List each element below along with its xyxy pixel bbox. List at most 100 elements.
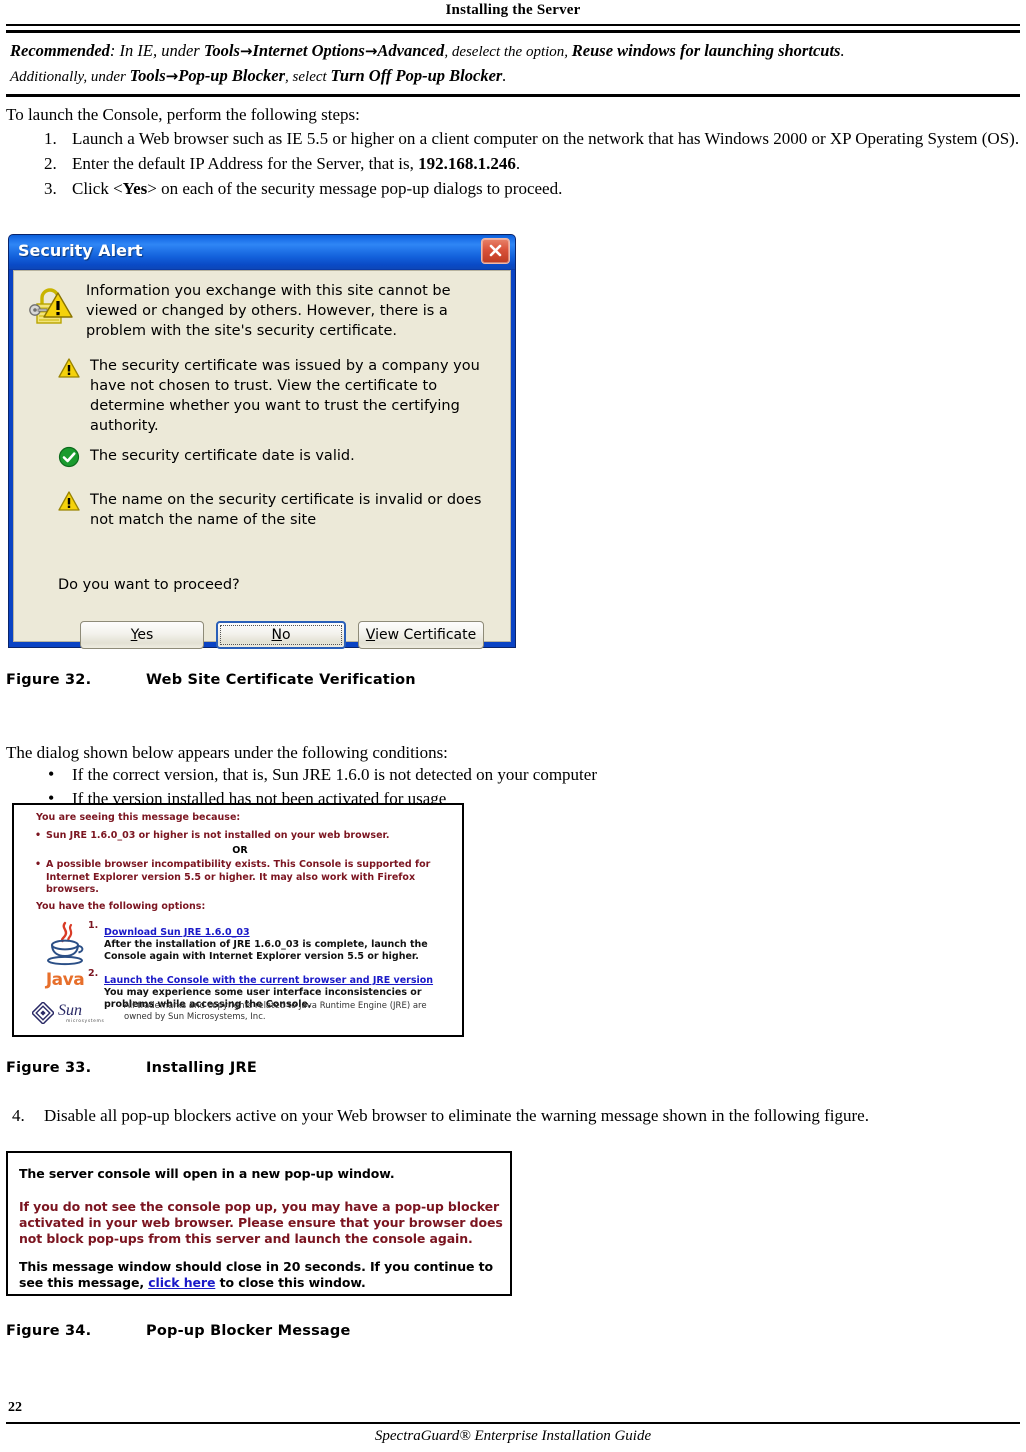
intro-paragraph: To launch the Console, perform the follo…: [6, 105, 360, 124]
footer-product-name: SpectraGuard: [374, 1428, 460, 1444]
list-item: 2. Enter the default IP Address for the S…: [6, 152, 1020, 176]
step-text: Enter the default IP Address for the Ser…: [72, 154, 419, 173]
popup-red-line-2: activated in your web browser. Please en…: [19, 1215, 503, 1230]
lock-warning-icon: [28, 283, 74, 329]
recommended-callout: Recommended: In IE, under Tools→Internet…: [6, 30, 1020, 97]
installing-jre-dialog: You are seeing this message because: • Su…: [12, 803, 464, 1037]
dialog-titlebar: Security Alert: [9, 235, 515, 270]
download-sun-jre-link[interactable]: Download Sun JRE 1.6.0_03: [104, 927, 250, 938]
no-button[interactable]: No: [216, 621, 346, 649]
jre-option-2-number: 2.: [88, 968, 99, 979]
yes-button-reference: Yes: [122, 179, 148, 198]
dialog-body: Information you exchange with this site …: [13, 270, 511, 649]
option-reuse-windows: Reuse windows for launching shortcuts: [571, 41, 841, 60]
view-certificate-button[interactable]: View Certificate: [358, 621, 484, 649]
menu-tools-1: Tools: [203, 41, 240, 60]
security-alert-item: The security certificate was issued by a…: [90, 358, 480, 434]
footer-guide-title: Enterprise Installation Guide: [470, 1428, 652, 1444]
popup-line-3-pre: see this message,: [19, 1275, 149, 1290]
arrow-icon-1: →: [239, 42, 253, 60]
jre-bullet-1: • Sun JRE 1.6.0_03 or higher is not insta…: [35, 830, 446, 843]
footer-divider: [6, 1422, 1020, 1424]
list-item: • If the correct version, that is, Sun JR…: [6, 763, 1020, 787]
java-wordmark: Java: [45, 970, 85, 990]
registered-trademark-icon: ®: [459, 1428, 471, 1444]
recommended-text-1: : In IE, under: [109, 41, 204, 60]
jre-heading-2: You have the following options:: [36, 901, 206, 912]
step-text-tail: .: [515, 154, 521, 173]
step-text: Click <: [72, 179, 123, 198]
security-alert-dialog: Security Alert Information you exchange …: [8, 234, 516, 649]
recommended-text-4: Additionally, under: [10, 69, 130, 85]
figure-32-caption: Figure 32. Web Site Certificate Verificat…: [6, 672, 416, 688]
menu-popup-blocker: Pop-up Blocker: [178, 66, 286, 85]
focus-ring: [220, 625, 342, 645]
figure-33-caption: Figure 33. Installing JRE: [6, 1060, 257, 1076]
list-item: 1. Launch a Web browser such as IE 5.5 or…: [6, 127, 1020, 151]
recommended-text-2: , deselect the option,: [444, 44, 572, 60]
security-alert-item: The security certificate date is valid.: [90, 448, 355, 464]
recommended-text-6: .: [502, 66, 507, 85]
recommended-line-2: Additionally, under Tools→Pop-up Blocker…: [10, 64, 1016, 89]
step-text: Disable all pop-up blockers active on yo…: [44, 1106, 869, 1125]
security-alert-intro: Information you exchange with this site …: [86, 283, 451, 339]
recommended-line-1: Recommended: In IE, under Tools→Internet…: [10, 39, 1016, 64]
step-number: 1.: [44, 129, 57, 148]
jre-bullet-2: • A possible browser incompatibility exis…: [35, 859, 446, 897]
arrow-icon-2: →: [364, 42, 378, 60]
step-4: 4. Disable all pop-up blockers active on …: [6, 1104, 1020, 1128]
step-number: 3.: [44, 179, 57, 198]
security-alert-question: Do you want to proceed?: [58, 577, 240, 593]
arrow-icon-3: →: [165, 67, 179, 85]
jre-bullet-2-text: A possible browser incompatibility exist…: [46, 859, 431, 895]
recommended-text-3: .: [840, 41, 845, 60]
condition-text: If the correct version, that is, Sun JRE…: [72, 765, 597, 784]
popup-red-line-3: not block pop-ups from this server and l…: [19, 1231, 473, 1246]
recommended-keyword: Recommended: [10, 41, 110, 60]
figure-33-title: Installing JRE: [146, 1060, 257, 1076]
page-header: Installing the Server: [0, 0, 1026, 20]
sun-logo-icon: [32, 1002, 54, 1024]
launch-console-link[interactable]: Launch the Console with the current brow…: [104, 975, 433, 986]
warning-icon: [58, 490, 80, 512]
java-logo: Java: [36, 920, 94, 990]
steps-list: 1. Launch a Web browser such as IE 5.5 or…: [6, 127, 1020, 202]
server-ip-address: 192.168.1.246: [418, 154, 516, 173]
view-certificate-label: iew Certificate: [375, 627, 477, 643]
conditions-intro: The dialog shown below appears under the…: [6, 743, 448, 762]
jre-option-1-description: After the installation of JRE 1.6.0_03 i…: [104, 939, 428, 962]
click-here-link[interactable]: click here: [148, 1275, 215, 1290]
sun-subtext: microsystems: [66, 1019, 105, 1024]
figure-34-title: Pop-up Blocker Message: [146, 1323, 351, 1339]
bullet-icon: •: [35, 830, 42, 841]
footer-text: SpectraGuard® Enterprise Installation Gu…: [0, 1428, 1026, 1445]
menu-advanced: Advanced: [377, 41, 445, 60]
trademark-notice: All trademarks and copyrights related to…: [124, 1001, 427, 1022]
figure-34-caption: Figure 34. Pop-up Blocker Message: [6, 1323, 351, 1339]
yes-button-label: es: [137, 627, 154, 643]
step-text: Launch a Web browser such as IE 5.5 or h…: [72, 129, 1020, 148]
jre-bullet-1-text: Sun JRE 1.6.0_03 or higher is not instal…: [46, 830, 390, 841]
list-item: 3. Click <Yes> on each of the security me…: [6, 177, 1020, 201]
step-number: 2.: [44, 154, 57, 173]
menu-turn-off-popup-blocker: Turn Off Pop-up Blocker: [330, 66, 503, 85]
bullet-icon: •: [48, 764, 55, 784]
jre-option-1: 1. Download Sun JRE 1.6.0_03 After the i…: [88, 920, 454, 963]
security-alert-item: The name on the security certificate is …: [90, 492, 482, 528]
bullet-icon: •: [35, 859, 42, 870]
page-header-title: Installing the Server: [445, 2, 581, 18]
page-number: 22: [8, 1400, 22, 1415]
figure-33-label: Figure 33.: [6, 1060, 92, 1076]
step-text-tail: > on each of the security message pop-up…: [147, 179, 563, 198]
close-icon[interactable]: [481, 238, 510, 264]
jre-heading-1: You are seeing this message because:: [36, 812, 241, 823]
menu-tools-2: Tools: [129, 66, 166, 85]
popup-red-line-1: If you do not see the console pop up, yo…: [19, 1199, 500, 1214]
yes-button[interactable]: Yes: [80, 621, 204, 649]
popup-line-1: The server console will open in a new po…: [19, 1166, 395, 1181]
warning-icon: [58, 357, 80, 379]
popup-line-3-post: to close this window.: [215, 1275, 366, 1290]
recommended-text-5: , select: [285, 69, 331, 85]
popup-line-3: see this message, click here to close th…: [19, 1275, 366, 1291]
figure-32-label: Figure 32.: [6, 672, 92, 688]
